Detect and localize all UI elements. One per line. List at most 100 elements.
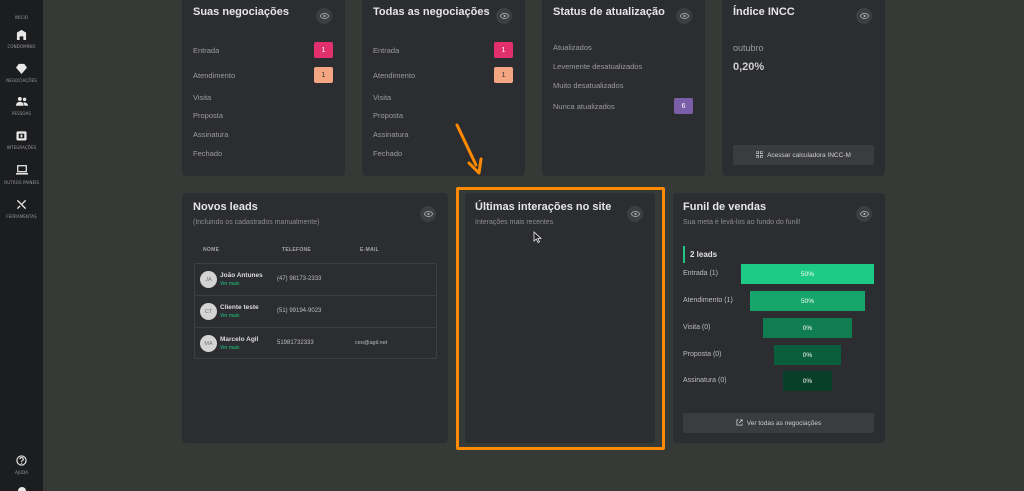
eye-icon[interactable] bbox=[316, 8, 332, 24]
stage-label: Proposta bbox=[373, 111, 404, 120]
card-novos-leads: Novos leads (Incluindo os cadastrados ma… bbox=[182, 193, 448, 443]
lead-phone: 51981732333 bbox=[277, 340, 314, 346]
external-link-icon bbox=[736, 418, 743, 428]
ver-todas-negociacoes-button[interactable]: Ver todas as negociações bbox=[683, 413, 874, 433]
sidebar-item-label: Início bbox=[14, 15, 29, 20]
leads-count-marker bbox=[683, 246, 685, 263]
count-badge[interactable]: 1 bbox=[494, 67, 513, 83]
card-title: Novos leads bbox=[193, 201, 258, 213]
column-header-phone: TELEFONE bbox=[282, 247, 312, 253]
leads-count: 2 leads bbox=[690, 250, 718, 259]
eye-icon[interactable] bbox=[496, 8, 512, 24]
incc-value: 0,20% bbox=[733, 61, 765, 73]
mouse-cursor-icon bbox=[533, 230, 543, 248]
sidebar-item-ajuda[interactable]: Ajuda bbox=[0, 453, 43, 475]
eye-icon[interactable] bbox=[856, 206, 872, 222]
ver-mais-link[interactable]: Ver mais bbox=[220, 313, 239, 319]
sidebar-item-label: Pessoas bbox=[11, 111, 32, 116]
stage-label: Visita bbox=[373, 93, 392, 102]
eye-icon[interactable] bbox=[856, 8, 872, 24]
tools-icon bbox=[15, 197, 29, 211]
sidebar-item-label: Condomínio bbox=[7, 44, 36, 49]
sidebar-item-label: Negociações bbox=[6, 78, 37, 83]
help-icon bbox=[15, 453, 29, 467]
card-title: Funil de vendas bbox=[683, 201, 767, 213]
card-todas-negociacoes: Todas as negociações Entrada 1 Atendimen… bbox=[362, 0, 525, 176]
card-title: Índice INCC bbox=[733, 6, 795, 18]
stage-label: Assinatura bbox=[193, 130, 229, 139]
sidebar-item-negociacoes[interactable]: Negociações bbox=[0, 61, 43, 83]
funnel-bar[interactable]: 0% bbox=[763, 318, 852, 338]
funnel-stage-label: Atendimento (1) bbox=[683, 297, 733, 304]
card-title: Últimas interações no site bbox=[475, 201, 612, 213]
avatar: JA bbox=[200, 271, 217, 288]
funnel-stage-label: Visita (0) bbox=[683, 324, 711, 331]
stage-label: Atendimento bbox=[193, 71, 236, 80]
stage-label: Fechado bbox=[373, 149, 403, 158]
eye-icon[interactable] bbox=[676, 8, 692, 24]
sidebar-item-condominio[interactable]: Condomínio bbox=[0, 27, 43, 49]
stage-label: Proposta bbox=[193, 111, 224, 120]
sidebar-item-outros-paineis[interactable]: Outros painéis bbox=[0, 163, 43, 185]
stage-label: Assinatura bbox=[373, 130, 409, 139]
sidebar-item-pessoas[interactable]: Pessoas bbox=[0, 94, 43, 116]
sidebar-item-label: Integrações bbox=[6, 145, 37, 150]
people-icon bbox=[15, 94, 29, 108]
card-subtitle: (Incluindo os cadastrados manualmente) bbox=[193, 219, 320, 226]
eye-icon[interactable] bbox=[627, 206, 643, 222]
count-badge[interactable]: 1 bbox=[494, 42, 513, 58]
integration-icon bbox=[15, 128, 29, 142]
status-label: Levemente desatualizados bbox=[553, 62, 643, 71]
button-label: Acessar calculadora INCC-M bbox=[767, 151, 851, 159]
incc-calculator-button[interactable]: Acessar calculadora INCC-M bbox=[733, 145, 874, 165]
avatar: CT bbox=[200, 303, 217, 320]
settings-icon-partial[interactable] bbox=[0, 484, 43, 491]
card-title: Todas as negociações bbox=[373, 6, 490, 18]
count-badge[interactable]: 1 bbox=[314, 67, 333, 83]
card-suas-negociacoes: Suas negociações Entrada 1 Atendimento 1… bbox=[182, 0, 345, 176]
card-subtitle: Interações mais recentes bbox=[475, 219, 554, 226]
stage-label: Entrada bbox=[193, 46, 220, 55]
diamond-icon bbox=[15, 61, 29, 75]
lead-email: ceo@agil.net bbox=[355, 340, 388, 346]
status-label: Nunca atualizados bbox=[553, 102, 615, 111]
table-row: JA João Antunes Ver mais (47) 98173-2333 bbox=[195, 264, 436, 296]
status-label: Muito desatualizados bbox=[553, 81, 624, 90]
lead-name: João Antunes bbox=[220, 272, 263, 279]
count-badge[interactable]: 1 bbox=[314, 42, 333, 58]
card-title: Status de atualização bbox=[553, 6, 665, 18]
lead-name: Cliente teste bbox=[220, 304, 259, 311]
stage-label: Atendimento bbox=[373, 71, 416, 80]
home-icon bbox=[15, 0, 29, 12]
funnel-bar[interactable]: 0% bbox=[783, 371, 832, 391]
sidebar-item-ferramentas[interactable]: Ferramentas bbox=[0, 197, 43, 219]
table-row: CT Cliente teste Ver mais (51) 99194-902… bbox=[195, 296, 436, 328]
leads-table: JA João Antunes Ver mais (47) 98173-2333… bbox=[194, 263, 437, 359]
stage-label: Visita bbox=[193, 93, 212, 102]
lead-phone: (51) 99194-9023 bbox=[277, 308, 322, 314]
avatar: MA bbox=[200, 335, 217, 352]
card-funil-vendas: Funil de vendas Sua meta é levá-los ao f… bbox=[673, 193, 885, 443]
count-badge[interactable]: 6 bbox=[674, 98, 693, 114]
funnel-bar[interactable]: 0% bbox=[774, 345, 841, 365]
ver-mais-link[interactable]: Ver mais bbox=[220, 345, 239, 351]
gear-icon bbox=[15, 484, 29, 491]
card-ultimas-interacoes: Últimas interações no site Interações ma… bbox=[465, 193, 655, 443]
table-row: MA Marcelo Agil Ver mais 51981732333 ceo… bbox=[195, 328, 436, 360]
funnel-bar[interactable]: 50% bbox=[741, 264, 874, 284]
lead-name: Marcelo Agil bbox=[220, 336, 259, 343]
lead-phone: (47) 98173-2333 bbox=[277, 276, 322, 282]
funnel-bar[interactable]: 50% bbox=[750, 291, 865, 311]
sidebar: Início Condomínio Negociações Pessoas In… bbox=[0, 0, 43, 491]
funnel-stage-label: Entrada (1) bbox=[683, 270, 719, 277]
annotation-arrow bbox=[454, 123, 486, 182]
card-indice-incc: Índice INCC outubro 0,20% Acessar calcul… bbox=[722, 0, 885, 176]
eye-icon[interactable] bbox=[420, 206, 436, 222]
laptop-icon bbox=[15, 163, 29, 177]
building-icon bbox=[15, 27, 29, 41]
sidebar-item-label: Ferramentas bbox=[6, 214, 37, 219]
card-title: Suas negociações bbox=[193, 6, 289, 18]
sidebar-item-integracoes[interactable]: Integrações bbox=[0, 128, 43, 150]
ver-mais-link[interactable]: Ver mais bbox=[220, 281, 239, 287]
sidebar-item-inicio[interactable]: Início bbox=[0, 0, 43, 20]
